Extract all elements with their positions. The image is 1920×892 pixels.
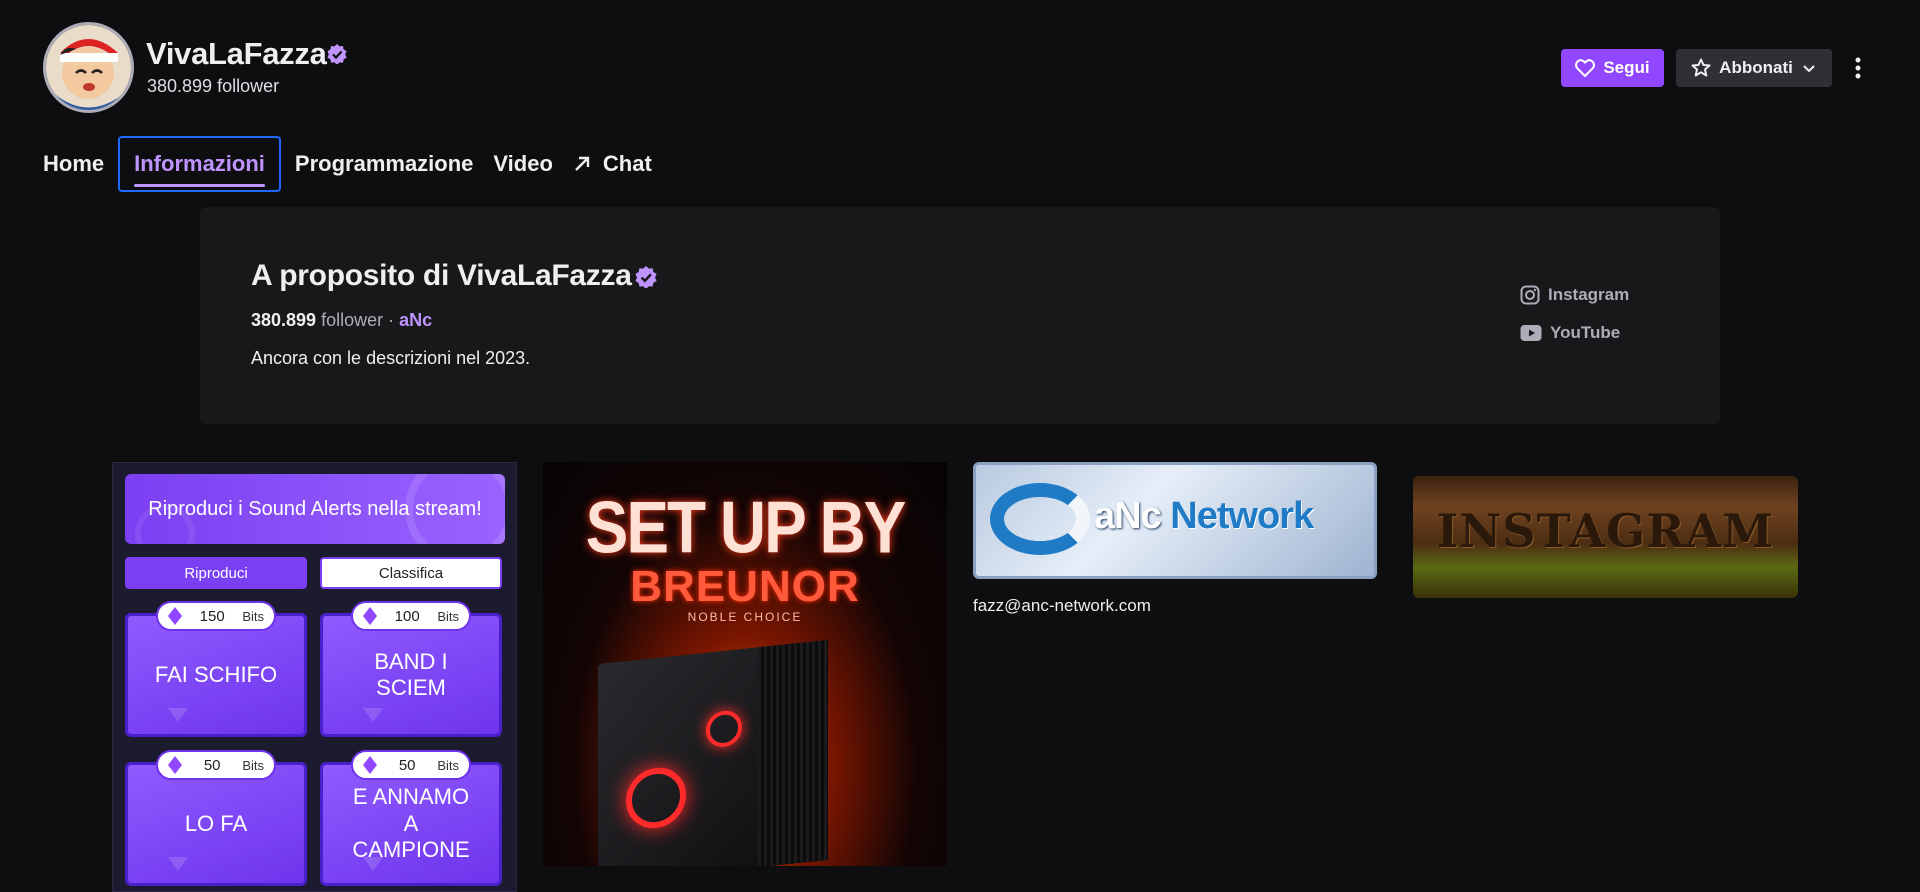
tab-programmazione[interactable]: Programmazione [285, 136, 484, 192]
tab-programmazione-label: Programmazione [294, 151, 474, 176]
bits-label: Bits [242, 608, 264, 624]
star-icon [1691, 58, 1711, 77]
bits-price-badge: 100 Bits [351, 601, 471, 631]
sound-alerts-tab-play[interactable]: Riproduci [125, 557, 307, 589]
sound-alert-button[interactable]: BAND I SCIEM [320, 613, 502, 737]
about-separator: · [388, 310, 395, 330]
bits-gem-icon [363, 607, 377, 625]
sound-alerts-header: Riproduci i Sound Alerts nella stream! [125, 474, 505, 544]
sound-alert-label: BAND I SCIEM [374, 648, 448, 700]
follow-button[interactable]: Segui [1561, 49, 1664, 87]
sound-alert-label: LO FA [184, 810, 248, 836]
about-description: Ancora con le descrizioni nel 2023. [251, 348, 531, 368]
instagram-banner-text: INSTAGRAM [1436, 504, 1775, 558]
vertical-dots-icon [1855, 57, 1861, 79]
youtube-icon [1520, 325, 1542, 341]
decorative-triangle [363, 857, 383, 871]
contact-email: fazz@anc-network.com [973, 596, 1151, 615]
social-label-instagram: Instagram [1548, 285, 1630, 304]
breunor-brand: BREUNOR [630, 562, 860, 611]
tab-video[interactable]: Video [483, 136, 563, 192]
anc-logo-icon [990, 483, 1090, 555]
bits-amount: 100 [394, 607, 420, 625]
bits-amount: 50 [203, 756, 221, 774]
social-label-youtube: YouTube [1550, 323, 1621, 342]
breunor-tagline: NOBLE CHOICE [687, 610, 803, 624]
bits-price-badge: 150 Bits [156, 601, 276, 631]
chevron-down-icon [1803, 65, 1815, 73]
sound-alerts-header-text: Riproduci i Sound Alerts nella stream! [148, 497, 482, 520]
anc-logo-text-a: aNc [1094, 495, 1162, 537]
bits-gem-icon [168, 607, 182, 625]
anc-network-panel[interactable]: aNc Network [973, 462, 1377, 579]
social-link-youtube[interactable]: YouTube [1520, 323, 1620, 343]
more-options-button[interactable] [1846, 49, 1870, 87]
channel-header: VivaLaFazza 380.899 follower Segui Abbon… [0, 0, 1920, 135]
about-title: A proposito di VivaLaFazza [251, 259, 632, 292]
anc-logo-text-b: Network [1170, 495, 1314, 537]
sound-alert-label: E ANNAMO A CAMPIONE [352, 784, 470, 863]
verified-badge-icon [635, 266, 657, 288]
follower-count: 380.899 follower [147, 76, 280, 96]
decorative-triangle [168, 708, 188, 722]
bits-label: Bits [437, 608, 459, 624]
sponsor-panel-breunor[interactable]: SET UP BY BREUNOR NOBLE CHOICE [543, 462, 947, 866]
channel-name[interactable]: VivaLaFazza [146, 36, 327, 72]
about-follower-word: follower [321, 310, 384, 330]
tab-home[interactable]: Home [43, 136, 114, 192]
about-panel: A proposito di VivaLaFazza 380.899 follo… [200, 207, 1720, 424]
subscribe-button[interactable]: Abbonati [1676, 49, 1832, 87]
bits-amount: 150 [199, 607, 225, 625]
instagram-icon [1520, 285, 1540, 305]
external-arrow-icon [575, 156, 590, 171]
tab-informazioni-label: Informazioni [134, 151, 265, 176]
subscribe-button-label: Abbonati [1719, 58, 1793, 77]
tab-video-label: Video [493, 151, 553, 176]
channel-avatar[interactable] [43, 22, 134, 113]
tab-chat-label: Chat [602, 151, 652, 176]
bits-gem-icon [363, 756, 377, 774]
social-link-instagram[interactable]: Instagram [1520, 285, 1629, 305]
sound-alert-button[interactable]: LO FA [125, 762, 307, 886]
tab-informazioni[interactable]: Informazioni [118, 136, 281, 192]
verified-badge-icon [327, 44, 347, 64]
decorative-triangle [168, 857, 188, 871]
gaming-pc-image [598, 639, 828, 866]
follow-button-label: Segui [1603, 58, 1650, 77]
bits-price-badge: 50 Bits [351, 750, 471, 780]
pc-fan [626, 764, 686, 832]
tab-home-label: Home [43, 151, 105, 176]
anc-logo-text: aNc Network [1094, 495, 1314, 538]
team-link[interactable]: aNc [399, 310, 432, 330]
bits-gem-icon [168, 756, 182, 774]
pc-fan [706, 708, 742, 749]
decorative-triangle [363, 708, 383, 722]
about-follower-count: 380.899 [251, 310, 317, 330]
sound-alerts-tab-leaderboard[interactable]: Classifica [320, 557, 502, 589]
sound-alert-button[interactable]: E ANNAMO A CAMPIONE [320, 762, 502, 886]
sound-alert-label: FAI SCHIFO [154, 661, 278, 687]
bits-price-badge: 50 Bits [156, 750, 276, 780]
about-stats: 380.899 follower · aNc [251, 310, 432, 331]
breunor-headline: SET UP BY [585, 485, 907, 569]
bits-amount: 50 [398, 756, 416, 774]
tab-chat[interactable]: Chat [563, 136, 662, 192]
channel-tabs: Home Informazioni Programmazione Video C… [43, 135, 662, 193]
avatar-illustration [46, 25, 131, 110]
bits-label: Bits [242, 757, 264, 773]
sound-alerts-panel: Riproduci i Sound Alerts nella stream! R… [112, 462, 517, 892]
sound-alert-button[interactable]: FAI SCHIFO [125, 613, 307, 737]
heart-icon [1575, 59, 1596, 77]
instagram-banner-panel[interactable]: INSTAGRAM [1413, 476, 1798, 598]
pc-grill [758, 639, 828, 866]
bits-label: Bits [437, 757, 459, 773]
